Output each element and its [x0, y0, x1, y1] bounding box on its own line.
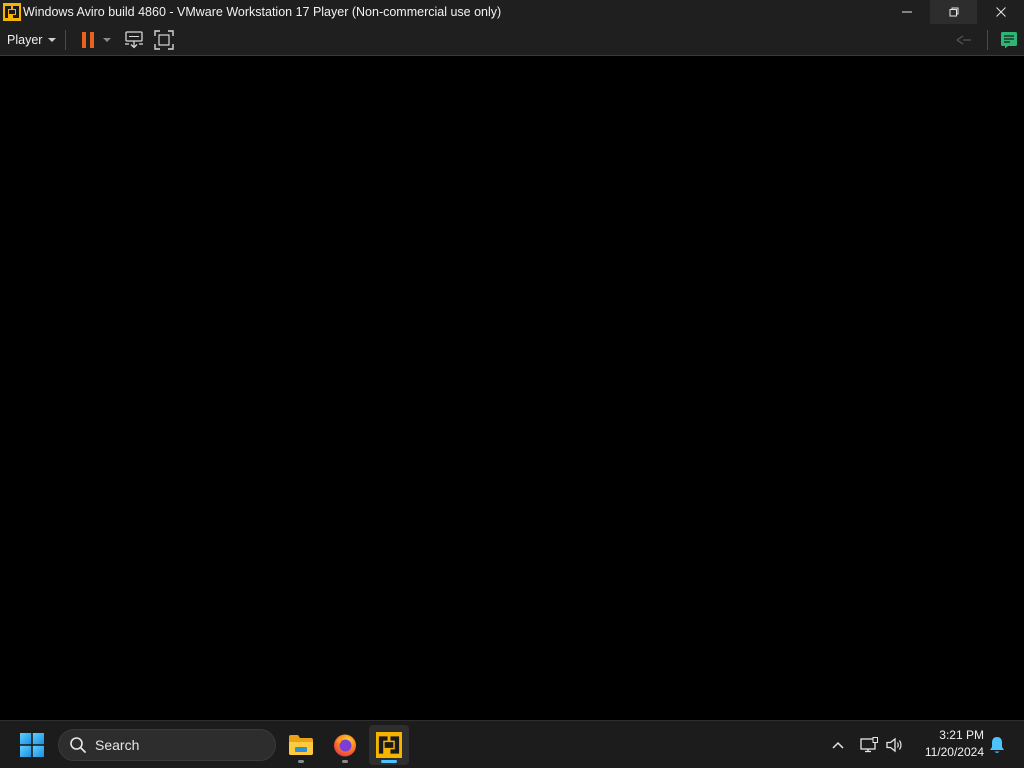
toolbar-divider — [65, 29, 67, 50]
full-screen-button[interactable] — [150, 24, 178, 55]
notification-center-button[interactable] — [986, 733, 1008, 757]
title-bar: Windows Aviro build 4860 - VMware Workst… — [0, 0, 1024, 24]
full-screen-icon — [154, 29, 175, 50]
toolbar-divider — [987, 29, 988, 50]
send-ctrl-alt-del-icon — [125, 30, 144, 48]
close-button[interactable] — [977, 0, 1024, 24]
taskbar-app-vmware-player[interactable] — [369, 725, 409, 765]
taskbar-clock[interactable]: 3:21 PM 11/20/2024 — [914, 727, 984, 763]
clock-date: 11/20/2024 — [924, 745, 984, 759]
bell-icon — [990, 737, 1004, 753]
unity-icon — [956, 34, 971, 45]
virtual-machine-display[interactable] — [0, 56, 1024, 720]
window-title: Windows Aviro build 4860 - VMware Workst… — [23, 5, 502, 19]
restore-button[interactable] — [930, 0, 977, 24]
start-button[interactable] — [12, 727, 52, 763]
window-controls — [883, 0, 1024, 24]
show-hidden-icons-button[interactable] — [826, 733, 850, 757]
taskbar-app-firefox[interactable] — [325, 725, 365, 765]
taskbar-app-file-explorer[interactable] — [281, 725, 321, 765]
chevron-up-icon — [832, 741, 844, 749]
clock-time: 3:21 PM — [939, 728, 984, 742]
app-running-indicator — [342, 760, 348, 763]
close-icon — [995, 7, 1006, 17]
unity-button[interactable] — [947, 24, 981, 55]
restore-icon — [949, 7, 958, 17]
network-icon — [860, 737, 878, 753]
volume-icon — [886, 737, 902, 753]
player-menu-button[interactable]: Player — [0, 24, 62, 55]
pause-icon — [82, 31, 95, 48]
virtual-machine-notes-icon — [1001, 31, 1017, 48]
send-ctrl-alt-del-button[interactable] — [120, 24, 148, 55]
vmware-player-icon — [376, 732, 402, 758]
chevron-down-icon — [103, 37, 112, 42]
search-icon — [70, 737, 86, 753]
file-explorer-icon — [289, 735, 313, 755]
search-input[interactable] — [95, 737, 255, 753]
taskbar-search-box[interactable] — [58, 729, 276, 761]
minimize-button[interactable] — [883, 0, 930, 24]
toolbar-right-group — [947, 24, 1024, 55]
vmware-player-icon[interactable] — [3, 3, 21, 21]
player-toolbar: Player — [0, 24, 1024, 56]
app-running-indicator — [298, 760, 304, 763]
player-menu-label: Player — [7, 32, 43, 47]
minimize-icon — [901, 11, 912, 13]
virtual-machine-notes-button[interactable] — [994, 24, 1024, 55]
pause-button[interactable] — [78, 24, 98, 55]
chevron-down-icon — [48, 37, 57, 42]
system-tray-quick-settings[interactable] — [856, 731, 908, 759]
windows-logo-icon — [20, 733, 44, 757]
taskbar: 3:21 PM 11/20/2024 — [0, 720, 1024, 768]
app-active-indicator — [381, 760, 397, 763]
firefox-icon — [334, 734, 356, 757]
power-options-dropdown[interactable] — [98, 24, 116, 55]
